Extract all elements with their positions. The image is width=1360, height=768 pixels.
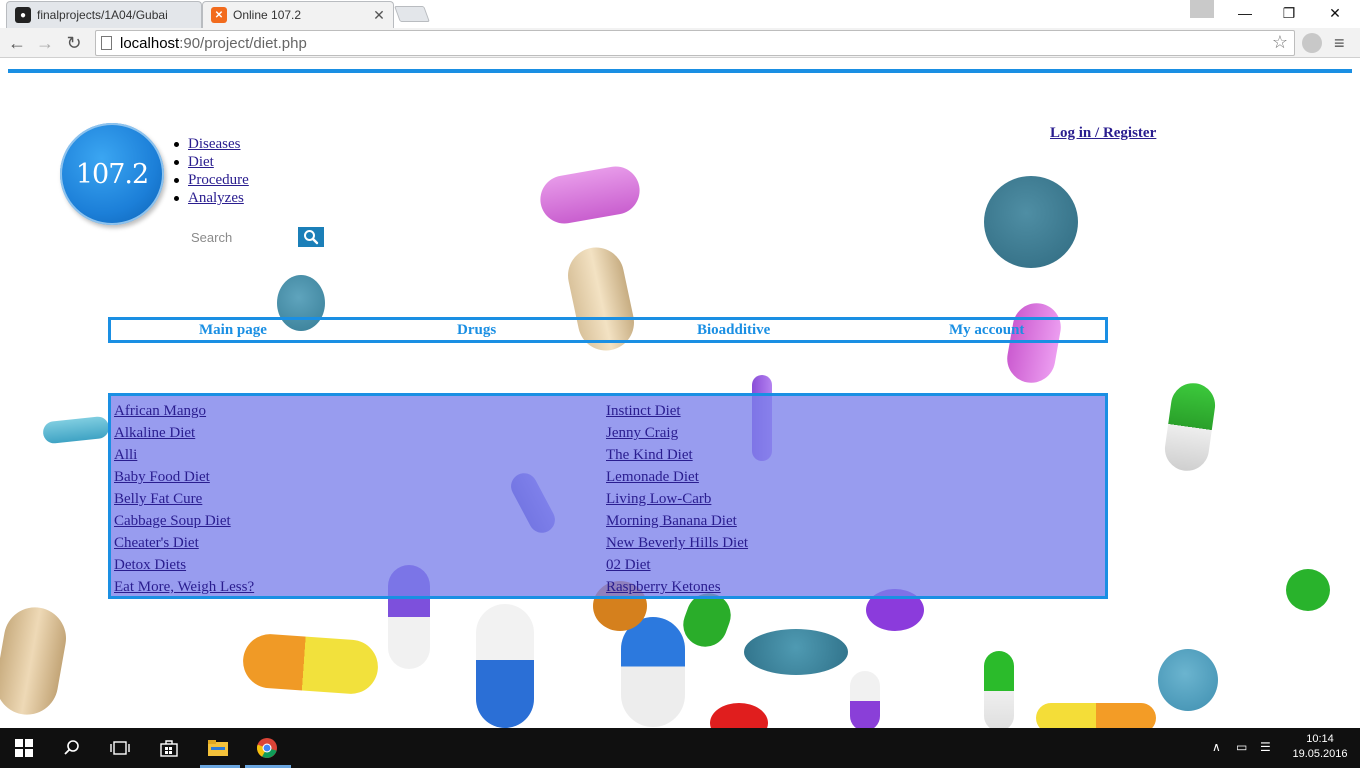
diet-link[interactable]: Living Low-Carb xyxy=(606,488,748,510)
side-nav-item-analyzes: Analyzes xyxy=(174,189,249,207)
clock-time: 10:14 xyxy=(1306,733,1334,745)
diet-column-left: African Mango Alkaline Diet Alli Baby Fo… xyxy=(114,400,254,598)
side-nav: Diseases Diet Procedure Analyzes xyxy=(174,135,249,207)
diet-link[interactable]: African Mango xyxy=(114,400,254,422)
side-nav-link[interactable]: Procedure xyxy=(188,172,249,188)
diet-link[interactable]: Eat More, Weigh Less? xyxy=(114,576,254,598)
chevron-up-icon[interactable]: ∧ xyxy=(1212,740,1221,754)
side-nav-link[interactable]: Analyzes xyxy=(188,190,244,206)
diet-link[interactable]: Morning Banana Diet xyxy=(606,510,748,532)
new-tab-button[interactable] xyxy=(394,6,430,22)
diet-link[interactable]: Lemonade Diet xyxy=(606,466,748,488)
taskbar: ∧ ▭ ☰ 10:14 19.05.2016 xyxy=(0,728,1360,768)
store-icon[interactable] xyxy=(157,736,181,760)
search-icon[interactable] xyxy=(60,736,84,760)
logo-text: 107.2 xyxy=(75,158,149,190)
tab-github[interactable]: ● finalprojects/1A04/Gubai xyxy=(6,1,202,28)
login-link[interactable]: Log in xyxy=(1050,125,1091,141)
side-nav-link[interactable]: Diseases xyxy=(188,136,241,152)
diet-link[interactable]: Raspberry Ketones xyxy=(606,576,748,598)
side-nav-item-diet: Diet xyxy=(174,153,249,171)
minimize-button[interactable]: — xyxy=(1222,0,1268,26)
file-explorer-icon[interactable] xyxy=(206,736,230,760)
menu-icon[interactable]: ≡ xyxy=(1334,33,1345,54)
main-nav: Main page Drugs Bioadditive My account xyxy=(108,317,1108,343)
register-link[interactable]: Register xyxy=(1103,125,1156,141)
diet-column-right: Instinct Diet Jenny Craig The Kind Diet … xyxy=(606,400,748,598)
diet-link[interactable]: The Kind Diet xyxy=(606,444,748,466)
diet-link[interactable]: Jenny Craig xyxy=(606,422,748,444)
chrome-icon[interactable] xyxy=(255,736,279,760)
back-icon[interactable]: ← xyxy=(6,32,28,54)
nav-main-page[interactable]: Main page xyxy=(199,322,267,339)
tab-title: Online 107.2 xyxy=(233,8,302,22)
side-nav-link[interactable]: Diet xyxy=(188,154,214,170)
site-logo[interactable]: 107.2 xyxy=(60,123,164,225)
diet-link[interactable]: 02 Diet xyxy=(606,554,748,576)
tab-bar: ● finalprojects/1A04/Gubai ✕ Online 107.… xyxy=(0,0,1360,28)
search-button[interactable] xyxy=(298,227,324,247)
nav-drugs[interactable]: Drugs xyxy=(457,322,496,339)
side-nav-item-procedure: Procedure xyxy=(174,171,249,189)
forward-icon[interactable]: → xyxy=(34,32,56,54)
login-register: Log in / Register xyxy=(1050,125,1156,142)
diet-link[interactable]: Detox Diets xyxy=(114,554,254,576)
windows-start-icon[interactable] xyxy=(12,736,36,760)
xampp-icon: ✕ xyxy=(211,7,227,23)
diet-link[interactable]: New Beverly Hills Diet xyxy=(606,532,748,554)
page-viewport: 107.2 Diseases Diet Procedure Analyzes L… xyxy=(0,59,1360,728)
login-separator: / xyxy=(1091,125,1103,141)
diet-list-panel: African Mango Alkaline Diet Alli Baby Fo… xyxy=(108,393,1108,599)
top-accent-bar xyxy=(8,69,1352,73)
maximize-button[interactable]: ❐ xyxy=(1266,0,1312,26)
diet-link[interactable]: Baby Food Diet xyxy=(114,466,254,488)
diet-link[interactable]: Belly Fat Cure xyxy=(114,488,254,510)
battery-icon[interactable]: ▭ xyxy=(1236,740,1247,754)
side-nav-item-diseases: Diseases xyxy=(174,135,249,153)
task-view-icon[interactable] xyxy=(108,736,132,760)
close-tab-icon[interactable]: ✕ xyxy=(371,7,387,24)
nav-my-account[interactable]: My account xyxy=(949,322,1024,339)
search-input[interactable] xyxy=(191,227,296,247)
url-host: localhost xyxy=(120,34,180,52)
taskbar-clock[interactable]: 10:14 19.05.2016 xyxy=(1290,732,1350,762)
notifications-icon[interactable]: ☰ xyxy=(1260,740,1271,754)
bookmark-star-icon[interactable]: ☆ xyxy=(1272,32,1288,53)
clock-date: 19.05.2016 xyxy=(1292,748,1348,760)
github-icon: ● xyxy=(15,7,31,23)
diet-link[interactable]: Alli xyxy=(114,444,254,466)
diet-link[interactable]: Cheater's Diet xyxy=(114,532,254,554)
tab-title: finalprojects/1A04/Gubai xyxy=(37,8,168,22)
url-path: :90/project/diet.php xyxy=(179,34,307,52)
user-profile-icon[interactable] xyxy=(1190,0,1214,18)
extension-icon[interactable] xyxy=(1302,33,1322,53)
diet-link[interactable]: Cabbage Soup Diet xyxy=(114,510,254,532)
diet-link[interactable]: Instinct Diet xyxy=(606,400,748,422)
diet-link[interactable]: Alkaline Diet xyxy=(114,422,254,444)
browser-toolbar: ← → ↻ localhost:90/project/diet.php ☆ ≡ xyxy=(0,28,1360,58)
address-bar[interactable]: localhost:90/project/diet.php ☆ xyxy=(95,30,1295,56)
close-window-button[interactable]: ✕ xyxy=(1312,0,1358,26)
tab-online-107[interactable]: ✕ Online 107.2 ✕ xyxy=(202,1,394,28)
search-icon xyxy=(304,230,319,245)
page-icon xyxy=(101,36,112,50)
nav-bioadditive[interactable]: Bioadditive xyxy=(697,322,770,339)
reload-icon[interactable]: ↻ xyxy=(63,32,85,54)
